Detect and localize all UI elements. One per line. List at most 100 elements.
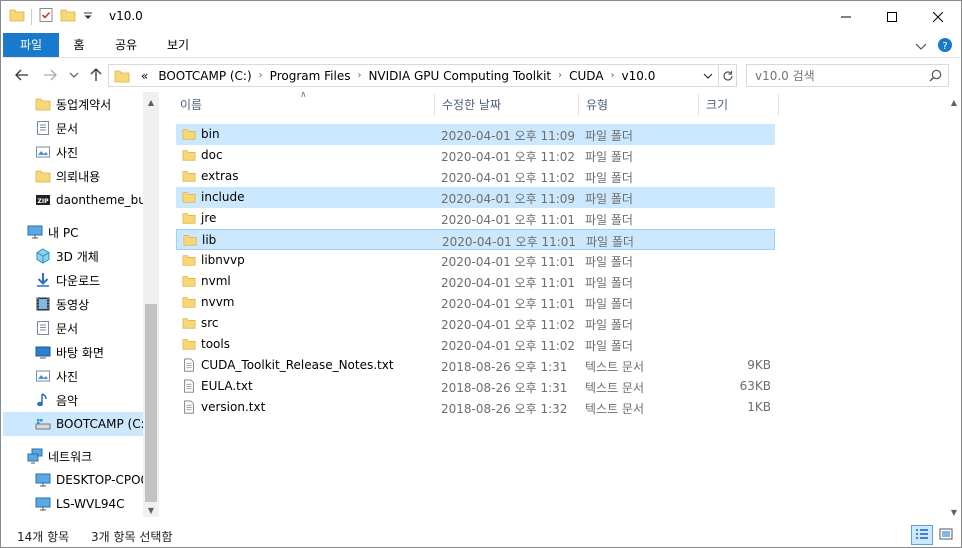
nav-item-daontheme[interactable]: ZIP daontheme_bus [35,188,143,212]
documents-icon [35,320,51,336]
file-name: libnvvp [201,253,245,267]
pictures-icon [35,144,51,160]
tab-view[interactable]: 보기 [162,33,194,57]
file-list: ∧ 이름 수정한 날짜 유형 크기 bin 2020-04-01 오후 11:0… [172,90,962,522]
file-date: 2018-08-26 오후 1:31 [441,381,568,395]
recent-locations-button[interactable] [65,66,83,84]
navigation-pane: 동업계약서 문서 사진 의뢰내용 ZIP daontheme_bus 내 PC … [1,92,159,522]
nav-item-pictures[interactable]: 사진 [35,364,78,388]
properties-icon[interactable] [38,7,54,26]
nav-item-partnership[interactable]: 동업계약서 [35,92,111,116]
refresh-button[interactable] [719,64,737,87]
scroll-down-icon[interactable]: ▼ [946,504,962,520]
breadcrumb-program-files[interactable]: Program Files [265,69,356,83]
maximize-button[interactable] [869,1,915,33]
nav-item-3d-objects[interactable]: 3D 개체 [35,244,99,268]
nav-item-videos[interactable]: 동영상 [35,292,89,316]
nav-item-network[interactable]: 네트워크 [27,444,92,468]
folder-icon [182,127,196,141]
nav-item-documents[interactable]: 문서 [35,316,78,340]
chevron-right-icon[interactable]: › [556,70,564,81]
back-button[interactable] [13,66,31,84]
file-row[interactable]: extras 2020-04-01 오후 11:02 파일 폴더 [176,166,775,187]
column-header-type[interactable]: 유형 [578,92,698,118]
file-name: nvvm [201,295,235,309]
file-row[interactable]: jre 2020-04-01 오후 11:01 파일 폴더 [176,208,775,229]
breadcrumb-v10[interactable]: v10.0 [617,69,661,83]
item-count: 14개 항목 [17,530,70,544]
nav-item-documents-qa[interactable]: 문서 [35,116,78,140]
breadcrumb-nvidia-gpu-toolkit[interactable]: NVIDIA GPU Computing Toolkit [363,69,556,83]
breadcrumb-cuda[interactable]: CUDA [564,69,608,83]
close-button[interactable] [915,1,961,33]
title-bar: v10.0 [1,1,961,33]
search-input[interactable] [747,68,917,83]
nav-item-desktop[interactable]: 바탕 화면 [35,340,104,364]
window-title: v10.0 [109,9,143,23]
file-row[interactable]: include 2020-04-01 오후 11:09 파일 폴더 [176,187,775,208]
tab-share[interactable]: 공유 [110,33,142,57]
file-row[interactable]: version.txt 2018-08-26 오후 1:32 텍스트 문서 1K… [176,397,775,418]
file-list-scrollbar[interactable]: ▲ ▼ [946,92,962,522]
tab-home[interactable]: 홈 [67,33,91,57]
folder-icon [182,169,196,183]
nav-item-bootcamp[interactable]: BOOTCAMP (C:) [3,412,143,436]
nav-item-desktop-cpo0[interactable]: DESKTOP-CPO0 [35,468,143,492]
help-icon[interactable]: ? [937,37,953,56]
file-row[interactable]: EULA.txt 2018-08-26 오후 1:31 텍스트 문서 63KB [176,376,775,397]
file-type: 파일 폴더 [585,192,633,206]
search-icon[interactable] [929,69,942,85]
nav-item-downloads[interactable]: 다운로드 [35,268,100,292]
scroll-thumb[interactable] [145,304,157,502]
file-date: 2020-04-01 오후 11:01 [441,276,576,290]
svg-text:ZIP: ZIP [38,198,50,205]
details-view-icon [915,528,929,543]
3d-objects-icon [35,248,51,264]
file-date: 2020-04-01 오후 11:01 [442,235,577,249]
tab-file[interactable]: 파일 [3,33,59,57]
nav-pane-scrollbar[interactable]: ▲ ▼ [143,92,159,517]
breadcrumb-overflow[interactable]: « [136,69,153,83]
file-row[interactable]: CUDA_Toolkit_Release_Notes.txt 2018-08-2… [176,355,775,376]
column-header-name[interactable]: 이름 [172,92,427,118]
file-row[interactable]: nvvm 2020-04-01 오후 11:01 파일 폴더 [176,292,775,313]
large-icons-view-button[interactable] [935,525,957,545]
column-header-date[interactable]: 수정한 날짜 [434,92,578,118]
nav-item-this-pc[interactable]: 내 PC [27,220,78,244]
scroll-up-icon[interactable]: ▲ [946,94,962,110]
file-row[interactable]: doc 2020-04-01 오후 11:02 파일 폴더 [176,145,775,166]
file-row[interactable]: lib 2020-04-01 오후 11:01 파일 폴더 [176,229,775,250]
file-row[interactable]: bin 2020-04-01 오후 11:09 파일 폴더 [176,124,775,145]
folder-icon [182,211,196,225]
file-row[interactable]: src 2020-04-01 오후 11:02 파일 폴더 [176,313,775,334]
file-row[interactable]: tools 2020-04-01 오후 11:02 파일 폴더 [176,334,775,355]
folder-icon [35,96,51,112]
up-button[interactable] [87,66,105,84]
nav-item-music[interactable]: 음악 [35,388,78,412]
chevron-right-icon[interactable]: › [257,70,265,81]
address-bar[interactable]: « BOOTCAMP (C:) › Program Files › NVIDIA… [108,64,719,87]
forward-button[interactable] [41,66,59,84]
nav-item-ls-wvl94c[interactable]: LS-WVL94C [35,492,125,516]
address-dropdown-button[interactable] [700,67,716,84]
column-divider[interactable] [778,94,779,116]
scroll-up-icon[interactable]: ▲ [143,94,159,110]
file-row[interactable]: libnvvp 2020-04-01 오후 11:01 파일 폴더 [176,250,775,271]
customize-toolbar-icon[interactable] [82,7,94,26]
chevron-right-icon[interactable]: › [355,70,363,81]
column-header-size[interactable]: 크기 [698,92,778,118]
network-icon [27,448,43,464]
scroll-down-icon[interactable]: ▼ [143,502,159,518]
file-row[interactable]: nvml 2020-04-01 오후 11:01 파일 폴더 [176,271,775,292]
nav-item-pictures-qa[interactable]: 사진 [35,140,78,164]
file-type: 텍스트 문서 [585,381,645,395]
breadcrumb-bootcamp[interactable]: BOOTCAMP (C:) [153,69,256,83]
nav-item-request[interactable]: 의뢰내용 [35,164,100,188]
download-icon [35,272,51,288]
details-view-button[interactable] [911,525,933,545]
new-folder-icon[interactable] [60,7,76,26]
search-box[interactable] [746,64,949,87]
minimize-button[interactable] [823,1,869,33]
expand-ribbon-icon[interactable] [915,40,927,54]
chevron-right-icon[interactable]: › [609,70,617,81]
